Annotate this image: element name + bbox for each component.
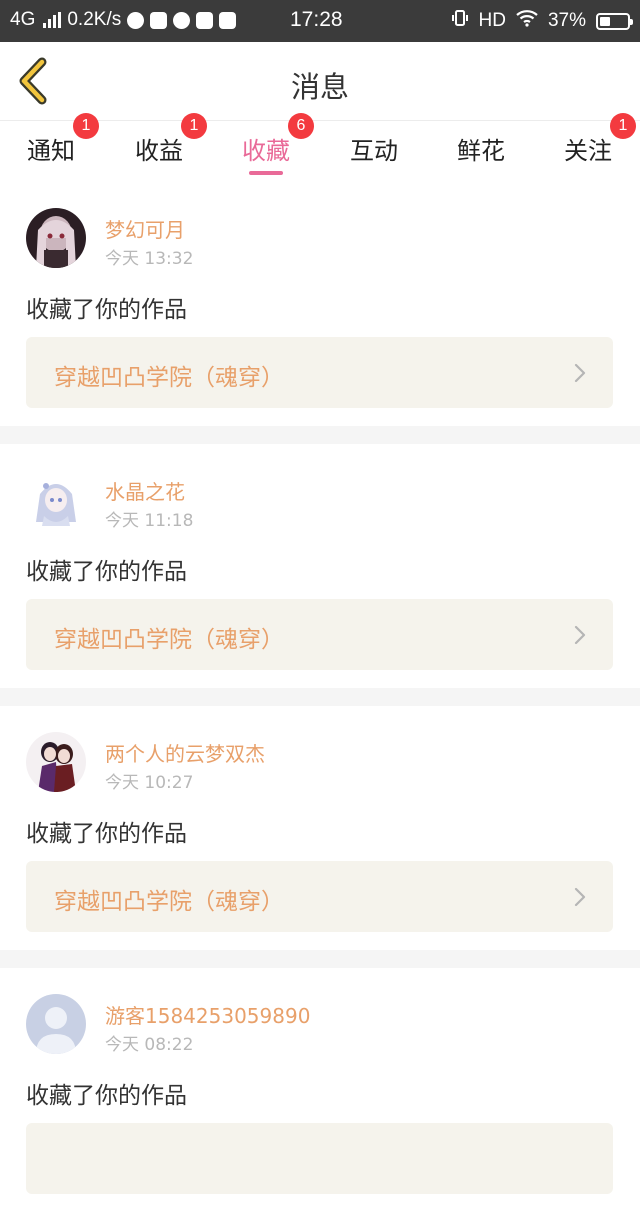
- signal-icon: [43, 12, 62, 28]
- username[interactable]: 水晶之花: [105, 476, 185, 505]
- work-link[interactable]: 穿越凹凸学院（魂穿）: [26, 861, 613, 932]
- unread-badge: 1: [610, 113, 636, 139]
- work-title: 穿越凹凸学院（魂穿）: [54, 365, 284, 391]
- message-list: 梦幻可月 今天 13:32 收藏了你的作品 穿越凹凸学院（魂穿） 水晶之花 今天…: [0, 182, 640, 1212]
- battery-fill: [600, 16, 610, 26]
- message-card: 两个人的云梦双杰 今天 10:27 收藏了你的作品 穿越凹凸学院（魂穿）: [0, 706, 640, 950]
- default-avatar-icon[interactable]: [26, 994, 86, 1054]
- unread-badge: 1: [181, 113, 207, 139]
- work-title: 穿越凹凸学院（魂穿）: [54, 627, 284, 653]
- network-speed: 0.2K/s: [67, 9, 122, 30]
- tab-label: 鲜花: [457, 137, 505, 165]
- wifi-icon: [516, 9, 538, 33]
- tab-notifications[interactable]: 通知 1: [1, 113, 101, 166]
- tab-follows[interactable]: 关注 1: [538, 113, 638, 166]
- action-text: 收藏了你的作品: [26, 821, 187, 847]
- tab-label: 关注: [564, 137, 612, 165]
- chevron-right-icon: [574, 625, 586, 645]
- tab-flowers[interactable]: 鲜花: [431, 131, 531, 166]
- wechat-icon: [173, 11, 191, 29]
- divider: [0, 950, 640, 968]
- status-bar: 4G 0.2K/s 17:28 HD 37%: [0, 0, 640, 42]
- header: 消息: [0, 42, 640, 121]
- tab-bar: 通知 1 收益 1 收藏 6 互动 鲜花 关注 1: [0, 113, 640, 181]
- tab-label: 收藏: [242, 137, 290, 165]
- timestamp: 今天 08:22: [105, 1035, 194, 1055]
- action-text: 收藏了你的作品: [26, 297, 187, 323]
- network-type: 4G: [10, 9, 36, 30]
- work-link[interactable]: [26, 1123, 613, 1194]
- avatar[interactable]: [26, 732, 86, 792]
- timestamp: 今天 10:27: [105, 773, 194, 793]
- shopping-bag-icon: [219, 11, 237, 29]
- work-title: 穿越凹凸学院（魂穿）: [54, 889, 284, 915]
- unread-badge: 1: [73, 113, 99, 139]
- hd-label: HD: [478, 10, 506, 31]
- work-link[interactable]: 穿越凹凸学院（魂穿）: [26, 337, 613, 408]
- timestamp: 今天 11:18: [105, 511, 194, 531]
- unread-badge: 6: [288, 113, 314, 139]
- action-text: 收藏了你的作品: [26, 559, 187, 585]
- username[interactable]: 两个人的云梦双杰: [105, 738, 265, 767]
- message-card: 水晶之花 今天 11:18 收藏了你的作品 穿越凹凸学院（魂穿）: [0, 444, 640, 688]
- battery-icon: [596, 12, 633, 30]
- chevron-right-icon: [574, 887, 586, 907]
- battery-percent: 37%: [547, 10, 586, 31]
- tab-label: 互动: [350, 137, 398, 165]
- mail-icon: [196, 11, 214, 29]
- tab-label: 收益: [135, 137, 183, 165]
- tab-earnings[interactable]: 收益 1: [109, 113, 209, 166]
- status-left: 4G 0.2K/s: [10, 9, 237, 31]
- tab-label: 通知: [27, 137, 75, 165]
- action-text: 收藏了你的作品: [26, 1083, 187, 1109]
- active-tab-indicator: [249, 171, 283, 175]
- home-icon: [150, 11, 168, 29]
- avatar[interactable]: [26, 208, 86, 268]
- tab-favorites[interactable]: 收藏 6: [216, 113, 316, 175]
- work-link[interactable]: 穿越凹凸学院（魂穿）: [26, 599, 613, 670]
- username[interactable]: 游客1584253059890: [105, 1000, 310, 1029]
- planet-icon: [127, 11, 145, 29]
- vibrate-icon: [451, 9, 469, 33]
- clock: 17:28: [290, 8, 343, 31]
- username[interactable]: 梦幻可月: [105, 214, 185, 243]
- tab-interactions[interactable]: 互动: [324, 131, 424, 166]
- message-card: 梦幻可月 今天 13:32 收藏了你的作品 穿越凹凸学院（魂穿）: [0, 182, 640, 426]
- timestamp: 今天 13:32: [105, 249, 194, 269]
- avatar[interactable]: [26, 470, 86, 530]
- page-title: 消息: [290, 70, 349, 104]
- message-card: 游客1584253059890 今天 08:22 收藏了你的作品: [0, 968, 640, 1212]
- status-right: HD 37%: [451, 9, 633, 33]
- divider: [0, 426, 640, 444]
- chevron-right-icon: [574, 363, 586, 383]
- divider: [0, 688, 640, 706]
